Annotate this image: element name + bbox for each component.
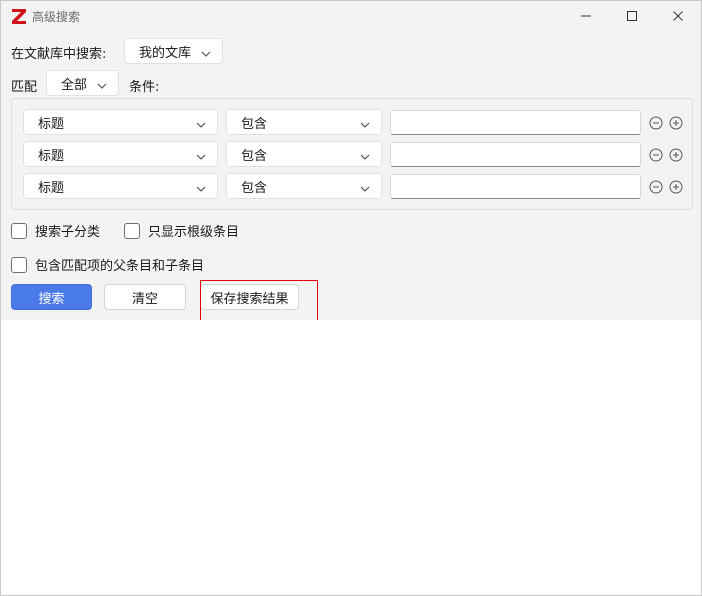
maximize-icon: [626, 10, 638, 22]
include-parent-child-label: 包含匹配项的父条目和子条目: [35, 259, 205, 274]
search-panel: 在文献库中搜索: 我的文库 匹配 全部 条件: 标题 包含 标题 包含 标题 包…: [1, 31, 701, 320]
condition-value-input[interactable]: [390, 142, 641, 167]
condition-field-value: 标题: [38, 148, 65, 164]
condition-field-select[interactable]: 标题: [23, 109, 218, 135]
zotero-logo-icon: [11, 7, 27, 25]
show-top-level-option[interactable]: 只显示根级条目: [124, 221, 239, 240]
search-subcollections-option[interactable]: 搜索子分类: [11, 221, 100, 240]
window-title: 高级搜索: [32, 10, 81, 24]
remove-condition-button[interactable]: [649, 180, 663, 194]
chevron-down-icon: [97, 79, 107, 94]
condition-operator-value: 包含: [241, 148, 268, 164]
condition-value-input[interactable]: [390, 110, 641, 135]
match-mode-select[interactable]: 全部: [46, 70, 119, 96]
remove-condition-button[interactable]: [649, 148, 663, 162]
chevron-down-icon: [201, 47, 211, 62]
plus-circle-icon: [669, 116, 683, 130]
show-top-level-label: 只显示根级条目: [148, 225, 240, 240]
minimize-button[interactable]: [563, 1, 609, 31]
close-icon: [672, 10, 684, 22]
search-button[interactable]: 搜索: [11, 284, 92, 310]
conditions-group: 标题 包含 标题 包含 标题 包含: [11, 98, 693, 210]
show-top-level-checkbox[interactable]: [124, 222, 140, 239]
maximize-button[interactable]: [609, 1, 655, 31]
minimize-icon: [580, 10, 592, 22]
condition-field-value: 标题: [38, 180, 65, 196]
minus-circle-icon: [649, 116, 663, 130]
match-mode-value: 全部: [61, 77, 88, 93]
library-select[interactable]: 我的文库: [124, 38, 223, 64]
chevron-down-icon: [360, 182, 370, 197]
condition-field-select[interactable]: 标题: [23, 173, 218, 199]
chevron-down-icon: [196, 118, 206, 133]
condition-operator-value: 包含: [241, 180, 268, 196]
include-parent-child-option[interactable]: 包含匹配项的父条目和子条目: [11, 255, 204, 274]
search-subcollections-label: 搜索子分类: [35, 225, 101, 240]
chevron-down-icon: [196, 150, 206, 165]
library-select-value: 我的文库: [139, 45, 192, 61]
remove-condition-button[interactable]: [649, 116, 663, 130]
plus-circle-icon: [669, 180, 683, 194]
condition-value-input[interactable]: [390, 174, 641, 199]
plus-circle-icon: [669, 148, 683, 162]
condition-operator-value: 包含: [241, 116, 268, 132]
minus-circle-icon: [649, 148, 663, 162]
include-parent-child-checkbox[interactable]: [11, 256, 27, 273]
add-condition-button[interactable]: [669, 148, 683, 162]
clear-button[interactable]: 清空: [104, 284, 186, 310]
chevron-down-icon: [196, 182, 206, 197]
condition-operator-select[interactable]: 包含: [226, 141, 382, 167]
condition-field-value: 标题: [38, 116, 65, 132]
add-condition-button[interactable]: [669, 116, 683, 130]
title-bar[interactable]: 高级搜索: [1, 1, 701, 31]
chevron-down-icon: [360, 118, 370, 133]
condition-operator-select[interactable]: 包含: [226, 173, 382, 199]
conditions-label: 条件:: [129, 80, 160, 95]
minus-circle-icon: [649, 180, 663, 194]
search-in-label: 在文献库中搜索:: [11, 47, 107, 62]
chevron-down-icon: [360, 150, 370, 165]
match-label: 匹配: [11, 80, 38, 95]
condition-field-select[interactable]: 标题: [23, 141, 218, 167]
search-subcollections-checkbox[interactable]: [11, 222, 27, 239]
condition-operator-select[interactable]: 包含: [226, 109, 382, 135]
advanced-search-window: 高级搜索 在文献库中搜索: 我的文库 匹配 全部 条件: 标题 包含 标题 包含…: [0, 0, 702, 596]
close-button[interactable]: [655, 1, 701, 31]
results-area: [1, 320, 701, 595]
add-condition-button[interactable]: [669, 180, 683, 194]
